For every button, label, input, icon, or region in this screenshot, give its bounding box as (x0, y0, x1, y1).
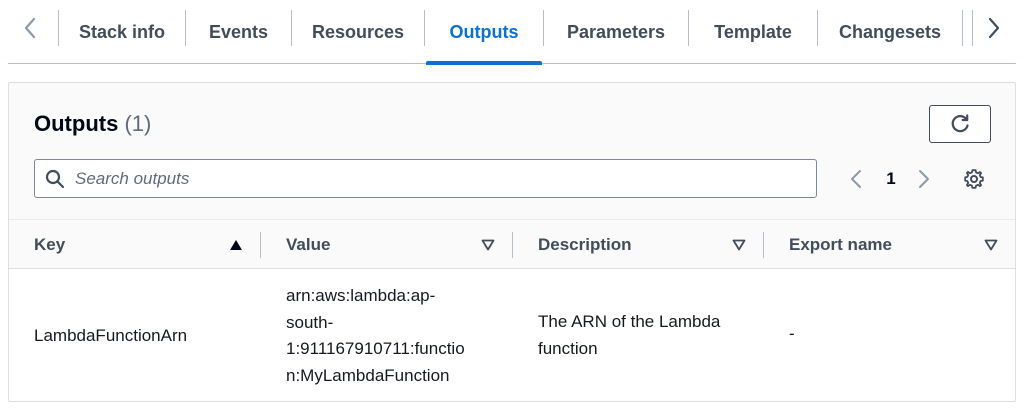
panel-title-count: (1) (124, 111, 152, 136)
column-header-label: Description (538, 235, 632, 254)
table-header: Key Value Description Export name (9, 219, 1015, 270)
outputs-panel: Outputs (1) 1 Key (8, 82, 1016, 402)
cell-value-line: 1:911167910711:functio (286, 339, 465, 358)
tab-divider (424, 10, 425, 46)
refresh-button[interactable] (929, 105, 991, 143)
cell-description: The ARN of the Lambda function (538, 309, 753, 362)
cell-description-line: The ARN of the Lambda (538, 312, 721, 331)
cell-value-line: arn:aws:lambda:ap- (286, 286, 436, 305)
search-box (34, 159, 817, 198)
panel-title-text: Outputs (34, 111, 119, 136)
table-row: LambdaFunctionArn arn:aws:lambda:ap- sou… (9, 269, 1015, 401)
column-divider (512, 232, 513, 258)
gear-icon (964, 169, 984, 189)
tab-bar: Stack info Events Resources Outputs Para… (8, 0, 1016, 65)
pagination-prev-button[interactable] (845, 165, 867, 193)
tab-resources[interactable]: Resources (292, 0, 424, 64)
cell-value-line: n:MyLambdaFunction (286, 365, 450, 385)
panel-title: Outputs (1) (34, 111, 151, 137)
chevron-right-icon (988, 17, 1000, 39)
cell-value-line: south- (286, 312, 334, 332)
column-header-description[interactable]: Description (538, 220, 748, 270)
cell-key: LambdaFunctionArn (34, 326, 188, 345)
column-header-value[interactable]: Value (286, 220, 496, 270)
tab-parameters[interactable]: Parameters (544, 0, 688, 64)
sort-unsorted-icon (983, 237, 999, 253)
tab-divider (58, 10, 59, 46)
column-divider (260, 232, 261, 258)
column-header-label: Key (34, 235, 66, 254)
column-header-export-name[interactable]: Export name (789, 220, 1001, 270)
tab-changesets[interactable]: Changesets (818, 0, 962, 64)
sort-unsorted-icon (731, 237, 747, 253)
sort-ascending-icon (228, 237, 244, 253)
preferences-button[interactable] (961, 165, 987, 193)
cell-description-line: function (538, 338, 598, 358)
search-input[interactable] (75, 168, 795, 189)
tab-template[interactable]: Template (689, 0, 817, 64)
search-icon (45, 169, 65, 189)
tab-scroll-left-button[interactable] (16, 14, 44, 42)
tab-events[interactable]: Events (186, 0, 291, 64)
column-header-label: Export name (789, 235, 892, 254)
sort-unsorted-icon (480, 237, 496, 253)
refresh-icon (951, 114, 969, 133)
tab-stack-info[interactable]: Stack info (60, 0, 184, 64)
pagination-page-1[interactable]: 1 (881, 165, 901, 193)
cell-value: arn:aws:lambda:ap- south- 1:911167910711… (286, 283, 501, 389)
chevron-right-icon (919, 170, 929, 188)
tab-divider (962, 10, 963, 46)
cell-export-name: - (789, 324, 795, 343)
tab-outputs[interactable]: Outputs (426, 0, 542, 65)
column-header-label: Value (286, 235, 331, 254)
chevron-left-icon (851, 170, 861, 188)
chevron-left-icon (24, 17, 36, 39)
column-header-key[interactable]: Key (34, 220, 246, 270)
column-divider (763, 232, 764, 258)
tab-scroll-right-button[interactable] (980, 14, 1008, 42)
tab-divider (972, 10, 973, 46)
pagination-next-button[interactable] (913, 165, 935, 193)
